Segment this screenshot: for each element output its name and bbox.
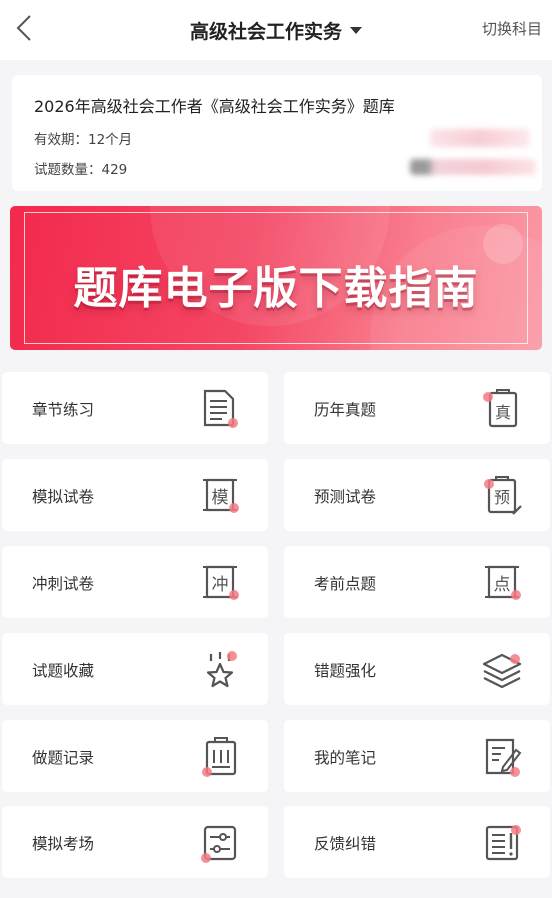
validity-text: 有效期：12个月	[34, 132, 133, 148]
question-count-text: 试题数量：429	[34, 162, 128, 178]
caret-down-icon	[350, 26, 362, 34]
tile-wrong-questions[interactable]: 错题强化	[284, 633, 550, 705]
tile-label: 考前点题	[314, 575, 377, 593]
tile-my-notes[interactable]: 我的笔记	[284, 720, 550, 792]
sliders-panel-icon	[197, 819, 243, 865]
tile-predicted-papers[interactable]: 预测试卷 预	[284, 459, 550, 531]
tile-label: 冲刺试卷	[32, 575, 95, 593]
scroll-chong-icon: 冲	[197, 559, 243, 605]
tile-chapter-practice[interactable]: 章节练习	[2, 372, 268, 444]
product-name: 2026年高级社会工作者《高级社会工作实务》题库	[34, 97, 395, 116]
tile-past-exams[interactable]: 历年真题 真	[284, 372, 550, 444]
clipboard-zhen-icon: 真	[479, 385, 525, 431]
tile-favorites[interactable]: 试题收藏	[2, 633, 268, 705]
bottom-edge	[0, 892, 552, 898]
svg-text:预: 预	[494, 488, 510, 507]
tile-label: 反馈纠错	[314, 835, 377, 853]
product-info-card: 2026年高级社会工作者《高级社会工作实务》题库 有效期：12个月 试题数量：4…	[12, 75, 542, 191]
svg-text:点: 点	[494, 575, 511, 595]
clipboard-yu-icon: 预	[479, 472, 525, 518]
tile-label: 试题收藏	[32, 662, 95, 680]
chevron-left-icon	[15, 13, 33, 47]
tile-label: 预测试卷	[314, 488, 377, 506]
back-button[interactable]	[8, 12, 40, 48]
tile-label: 历年真题	[314, 401, 377, 419]
scroll-dian-icon: 点	[479, 559, 525, 605]
star-icon	[197, 646, 243, 692]
subject-title-dropdown[interactable]: 高级社会工作实务	[190, 17, 362, 44]
blurred-text	[430, 129, 530, 147]
clipboard-list-icon	[197, 733, 243, 779]
svg-text:模: 模	[212, 488, 229, 508]
svg-text:真: 真	[495, 403, 511, 422]
switch-subject-button[interactable]: 切换科目	[482, 18, 542, 39]
top-nav-bar: 高级社会工作实务 切换科目	[0, 0, 552, 60]
tile-label: 模拟考场	[32, 835, 95, 853]
tile-pre-exam-tips[interactable]: 考前点题 点	[284, 546, 550, 618]
blurred-text	[410, 159, 536, 175]
document-lines-icon	[197, 385, 243, 431]
tile-mock-papers[interactable]: 模拟试卷 模	[2, 459, 268, 531]
tile-label: 我的笔记	[314, 749, 377, 767]
tile-answer-history[interactable]: 做题记录	[2, 720, 268, 792]
feedback-doc-icon	[479, 819, 525, 865]
download-guide-banner[interactable]: 题库电子版下载指南	[10, 206, 542, 350]
note-pen-icon	[479, 733, 525, 779]
banner-headline: 题库电子版下载指南	[73, 263, 479, 314]
tile-label: 做题记录	[32, 749, 95, 767]
tile-label: 模拟试卷	[32, 488, 95, 506]
page-title: 高级社会工作实务	[189, 20, 342, 43]
scroll-mo-icon: 模	[197, 472, 243, 518]
layers-icon	[479, 646, 525, 692]
tile-feedback[interactable]: 反馈纠错	[284, 806, 550, 878]
tile-label: 错题强化	[314, 662, 377, 680]
tile-sprint-papers[interactable]: 冲刺试卷 冲	[2, 546, 268, 618]
svg-text:冲: 冲	[212, 575, 229, 595]
tile-mock-exam-room[interactable]: 模拟考场	[2, 806, 268, 878]
tile-label: 章节练习	[32, 401, 95, 419]
